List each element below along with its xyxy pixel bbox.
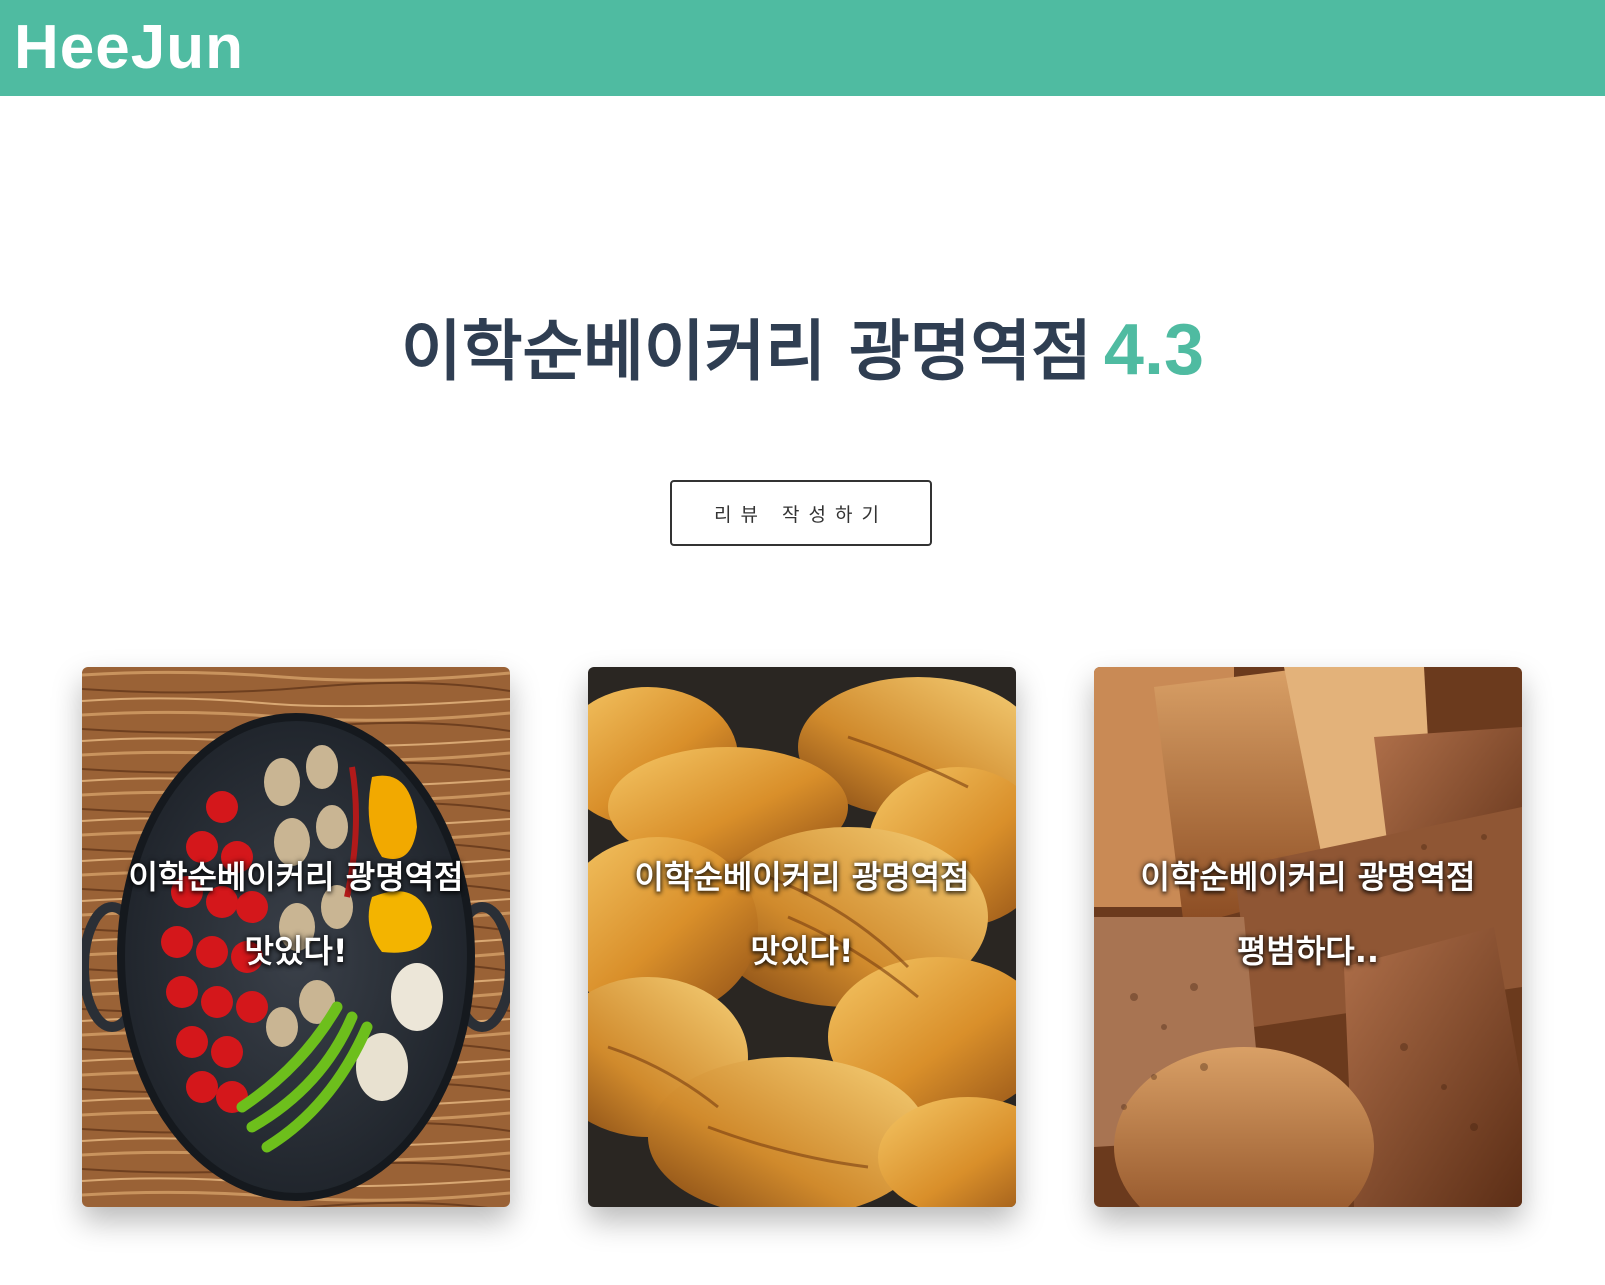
store-name: 이학순베이커리 광명역점	[401, 313, 1092, 390]
review-comment: 맛있다!	[750, 932, 854, 970]
review-comment: 맛있다!	[244, 932, 348, 970]
top-navbar: HeeJun	[0, 0, 1605, 96]
write-review-button[interactable]: 리뷰 작성하기	[670, 480, 932, 546]
brand-logo[interactable]: HeeJun	[14, 10, 244, 86]
review-card-caption: 이학순베이커리 광명역점 맛있다!	[588, 857, 1016, 971]
review-store-name: 이학순베이커리 광명역점	[1140, 858, 1476, 896]
review-comment: 평범하다..	[1236, 932, 1380, 970]
review-card-caption: 이학순베이커리 광명역점 평범하다..	[1094, 857, 1522, 971]
review-store-name: 이학순베이커리 광명역점	[634, 858, 970, 896]
review-store-name: 이학순베이커리 광명역점	[128, 858, 464, 896]
review-card-caption: 이학순베이커리 광명역점 맛있다!	[82, 857, 510, 971]
review-card[interactable]: 이학순베이커리 광명역점 맛있다!	[82, 667, 510, 1207]
review-card[interactable]: 이학순베이커리 광명역점 평범하다..	[1094, 667, 1522, 1207]
store-heading: 이학순베이커리 광명역점 4.3	[0, 308, 1605, 394]
review-card[interactable]: 이학순베이커리 광명역점 맛있다!	[588, 667, 1016, 1207]
store-rating: 4.3	[1103, 310, 1204, 390]
